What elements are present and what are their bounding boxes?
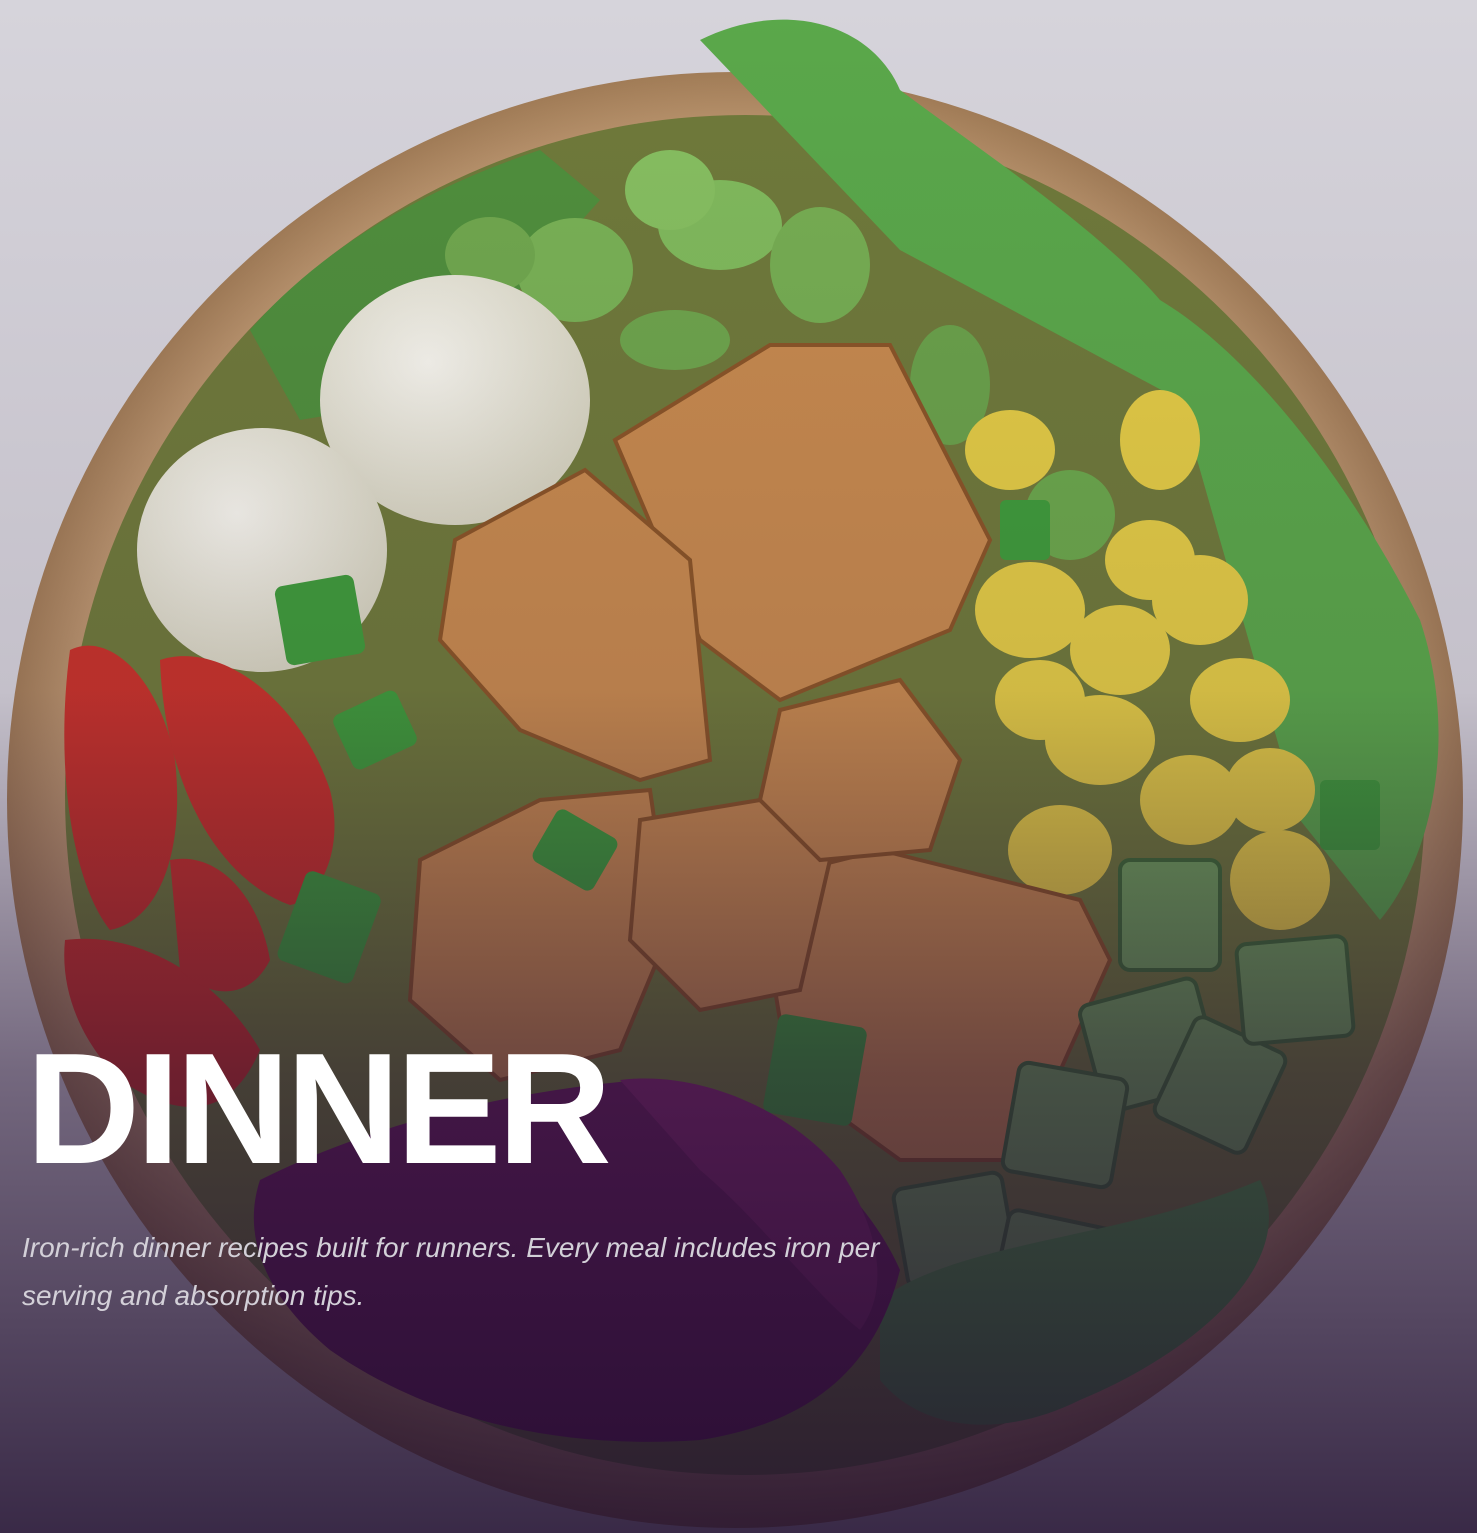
page-title: DINNER <box>26 1021 612 1197</box>
dinner-hero-banner: DINNER Iron-rich dinner recipes built fo… <box>0 0 1477 1533</box>
page-subtitle: Iron-rich dinner recipes built for runne… <box>22 1232 880 1311</box>
hero-text-block: DINNER Iron-rich dinner recipes built fo… <box>22 1030 962 1320</box>
